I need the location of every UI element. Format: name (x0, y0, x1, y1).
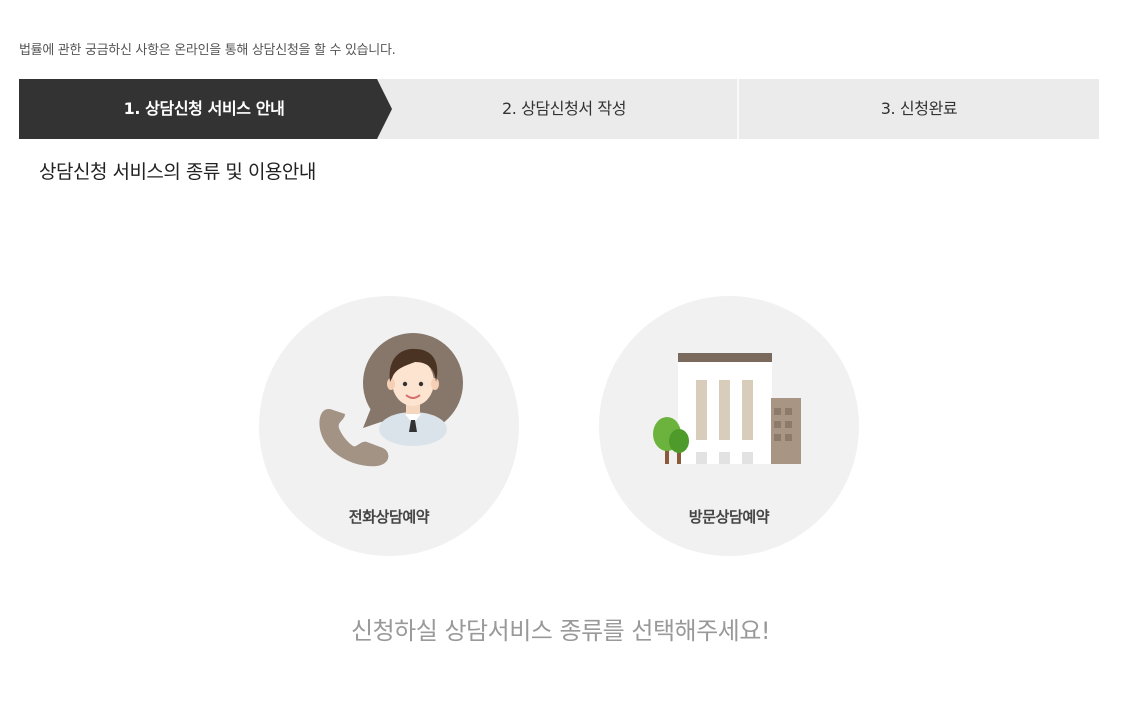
section-title: 상담신청 서비스의 종류 및 이용안내 (39, 161, 316, 183)
step-1-service-guide: 1. 상담신청 서비스 안내 (123, 99, 285, 118)
intro-text: 법률에 관한 궁금하신 사항은 온라인을 통해 상담신청을 할 수 있습니다. (19, 43, 396, 58)
phone-consult-option[interactable]: 전화상담예약 (259, 296, 519, 556)
step-progress-bar: 1. 상담신청 서비스 안내 2. 상담신청서 작성 3. 신청완료 (19, 79, 1099, 139)
select-prompt-text: 신청하실 상담서비스 종류를 선택해주세요! (351, 617, 770, 645)
visit-consult-option[interactable]: 방문상담예약 (599, 296, 859, 556)
phone-consult-label: 전화상담예약 (348, 508, 430, 526)
visit-consult-label: 방문상담예약 (688, 508, 770, 526)
step-2-application-form: 2. 상담신청서 작성 (501, 99, 627, 118)
step-3-complete: 3. 신청완료 (880, 99, 958, 118)
